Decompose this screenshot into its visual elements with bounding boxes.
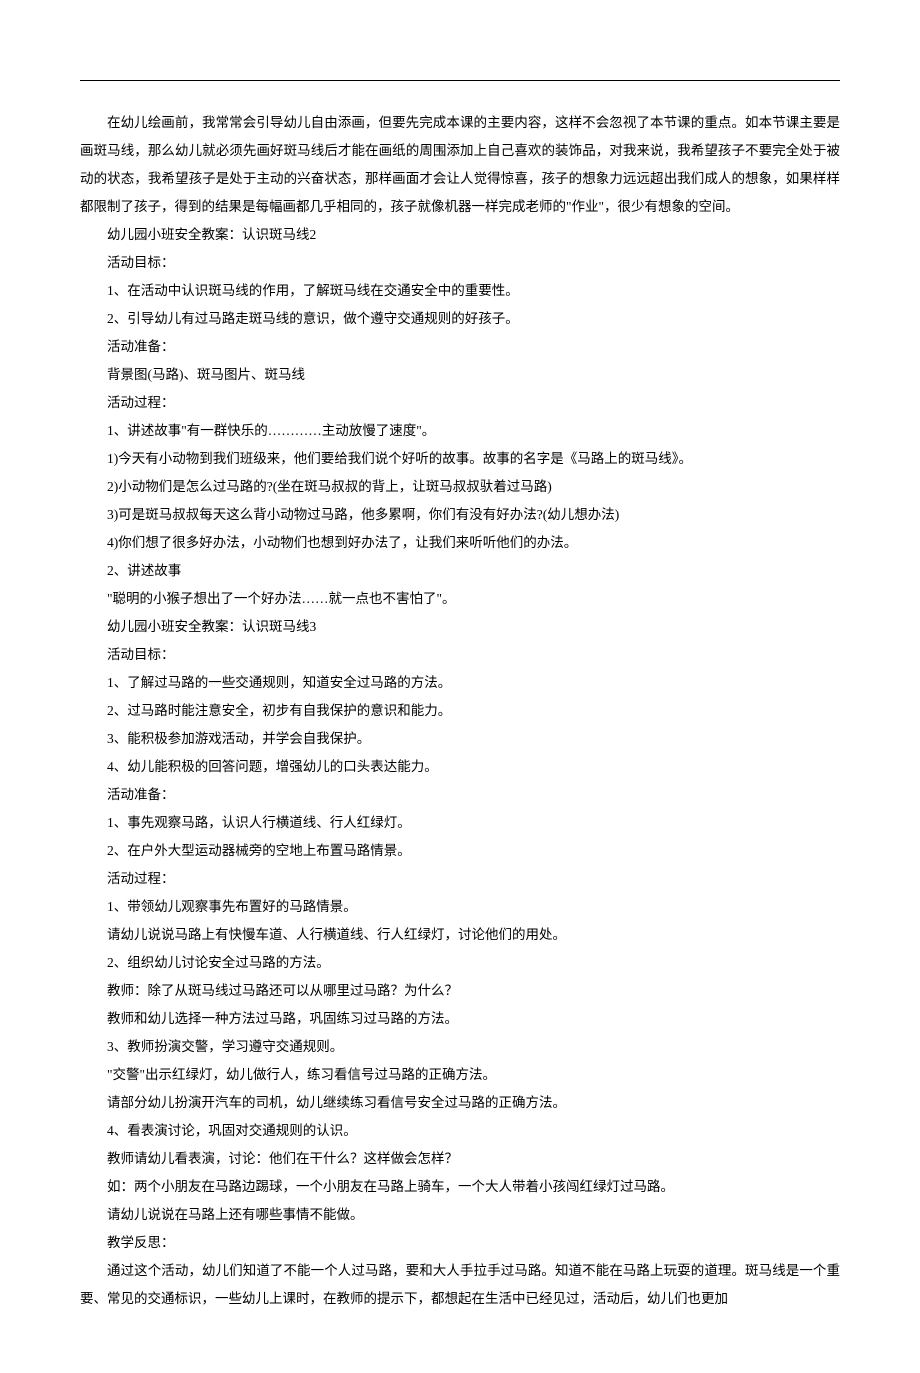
paragraph: 教学反思： [80,1229,840,1257]
paragraph: 3、能积极参加游戏活动，并学会自我保护。 [80,725,840,753]
paragraph: 活动过程： [80,865,840,893]
paragraph: 3)可是斑马叔叔每天这么背小动物过马路，他多累啊，你们有没有好办法?(幼儿想办法… [80,501,840,529]
paragraph: 1、带领幼儿观察事先布置好的马路情景。 [80,893,840,921]
paragraph: 活动过程： [80,389,840,417]
top-divider [80,80,840,81]
paragraph: 活动准备： [80,781,840,809]
paragraph: 请幼儿说说马路上有快慢车道、人行横道线、行人红绿灯，讨论他们的用处。 [80,921,840,949]
paragraph: 2、讲述故事 [80,557,840,585]
paragraph: "聪明的小猴子想出了一个好办法……就一点也不害怕了"。 [80,585,840,613]
paragraph: 教师请幼儿看表演，讨论：他们在干什么？这样做会怎样？ [80,1145,840,1173]
paragraph: 教师和幼儿选择一种方法过马路，巩固练习过马路的方法。 [80,1005,840,1033]
paragraph: 在幼儿绘画前，我常常会引导幼儿自由添画，但要先完成本课的主要内容，这样不会忽视了… [80,109,840,221]
paragraph: 活动目标： [80,641,840,669]
paragraph: 请部分幼儿扮演开汽车的司机，幼儿继续练习看信号安全过马路的正确方法。 [80,1089,840,1117]
paragraph: 1、事先观察马路，认识人行横道线、行人红绿灯。 [80,809,840,837]
paragraph: 3、教师扮演交警，学习遵守交通规则。 [80,1033,840,1061]
document-body: 在幼儿绘画前，我常常会引导幼儿自由添画，但要先完成本课的主要内容，这样不会忽视了… [80,109,840,1313]
paragraph: 1、了解过马路的一些交通规则，知道安全过马路的方法。 [80,669,840,697]
paragraph: 4、幼儿能积极的回答问题，增强幼儿的口头表达能力。 [80,753,840,781]
paragraph: 幼儿园小班安全教案：认识斑马线3 [80,613,840,641]
paragraph: 4、看表演讨论，巩固对交通规则的认识。 [80,1117,840,1145]
paragraph: 2、引导幼儿有过马路走斑马线的意识，做个遵守交通规则的好孩子。 [80,305,840,333]
paragraph: 幼儿园小班安全教案：认识斑马线2 [80,221,840,249]
paragraph: 如：两个小朋友在马路边踢球，一个小朋友在马路上骑车，一个大人带着小孩闯红绿灯过马… [80,1173,840,1201]
paragraph: 2)小动物们是怎么过马路的?(坐在斑马叔叔的背上，让斑马叔叔驮着过马路) [80,473,840,501]
paragraph: 4)你们想了很多好办法，小动物们也想到好办法了，让我们来听听他们的办法。 [80,529,840,557]
document-page: 在幼儿绘画前，我常常会引导幼儿自由添画，但要先完成本课的主要内容，这样不会忽视了… [0,0,920,1373]
paragraph: 活动准备： [80,333,840,361]
paragraph: "交警"出示红绿灯，幼儿做行人，练习看信号过马路的正确方法。 [80,1061,840,1089]
paragraph: 活动目标： [80,249,840,277]
paragraph: 教师：除了从斑马线过马路还可以从哪里过马路？为什么？ [80,977,840,1005]
paragraph: 请幼儿说说在马路上还有哪些事情不能做。 [80,1201,840,1229]
paragraph: 1、在活动中认识斑马线的作用，了解斑马线在交通安全中的重要性。 [80,277,840,305]
paragraph: 1)今天有小动物到我们班级来，他们要给我们说个好听的故事。故事的名字是《马路上的… [80,445,840,473]
paragraph: 2、在户外大型运动器械旁的空地上布置马路情景。 [80,837,840,865]
paragraph: 2、过马路时能注意安全，初步有自我保护的意识和能力。 [80,697,840,725]
paragraph: 通过这个活动，幼儿们知道了不能一个人过马路，要和大人手拉手过马路。知道不能在马路… [80,1257,840,1313]
paragraph: 2、组织幼儿讨论安全过马路的方法。 [80,949,840,977]
paragraph: 1、讲述故事"有一群快乐的…………主动放慢了速度"。 [80,417,840,445]
paragraph: 背景图(马路)、斑马图片、斑马线 [80,361,840,389]
